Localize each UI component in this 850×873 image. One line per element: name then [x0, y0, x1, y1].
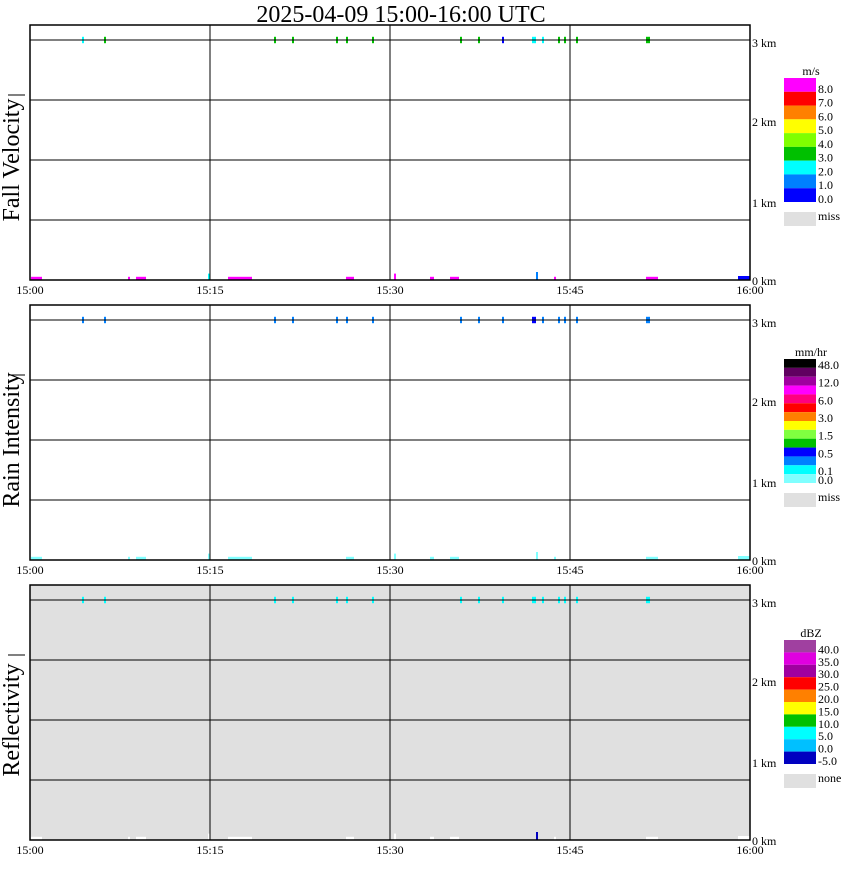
legend-swatch	[784, 421, 816, 430]
legend-swatch	[784, 702, 816, 715]
legend-label: 5.0	[818, 123, 833, 137]
legend-swatch	[784, 133, 816, 147]
legend-missing-swatch	[784, 212, 816, 226]
legend-swatch	[784, 188, 816, 202]
legend-units: dBZ	[800, 626, 821, 640]
y-tick-label: 1 km	[752, 756, 777, 770]
x-tick-label: 15:30	[376, 283, 403, 297]
x-tick-label: 15:00	[16, 843, 43, 857]
panel-fall_velocity: 3 km2 km1 km0 km15:00 15:15 15:30 15:45 16:0…	[0, 24, 840, 297]
legend-label: 3.0	[818, 151, 833, 165]
y-tick-label: 2 km	[752, 675, 777, 689]
legend-swatch	[784, 429, 816, 439]
legend-swatch	[784, 447, 816, 457]
legend-label: -5.0	[818, 754, 837, 768]
legend-label: 0.0	[818, 473, 833, 487]
echo-cell	[394, 273, 396, 280]
legend-swatch	[784, 146, 816, 161]
legend-swatch	[784, 367, 816, 377]
legend-swatch	[784, 474, 816, 483]
x-tick-label: 15:45	[556, 843, 583, 857]
legend-swatch	[784, 751, 816, 764]
echo-cell	[394, 553, 396, 560]
legend-label: 12.0	[818, 376, 839, 390]
legend-label: 6.0	[818, 393, 833, 407]
x-tick-label: 15:00	[16, 563, 43, 577]
panel-dbz: 3 km2 km1 km0 km15:00 15:15 15:30 15:45 16:0…	[0, 584, 841, 857]
x-tick-label: 16:00	[736, 563, 763, 577]
legend-swatch	[784, 465, 816, 475]
legend-swatch	[784, 714, 816, 727]
legend-swatch	[784, 160, 816, 175]
y-axis-label: Reflectivity	[0, 663, 25, 776]
legend-missing-swatch	[784, 774, 816, 788]
legend-swatch	[784, 412, 816, 421]
y-tick-label: 2 km	[752, 115, 777, 129]
x-tick-label: 15:15	[196, 843, 223, 857]
x-tick-label: 15:00	[16, 283, 43, 297]
legend-label: 0.0	[818, 192, 833, 206]
legend-missing-label: none	[818, 771, 841, 785]
echo-cell	[536, 832, 538, 840]
legend-swatch	[784, 726, 816, 740]
y-tick-label: 2 km	[752, 395, 777, 409]
legend-label: 2.0	[818, 164, 833, 178]
y-axis-label: Rain Intensity	[0, 372, 25, 507]
legend-units: m/s	[802, 64, 820, 78]
legend-label: 48.0	[818, 358, 839, 372]
legend-missing-swatch	[784, 493, 816, 507]
legend-swatch	[784, 105, 816, 120]
radar-time-height-figure: 2025-04-09 15:00-16:00 UTC 3 km 2 km 1 km 0…	[0, 2, 841, 857]
y-axis-label: Fall Velocity	[0, 99, 25, 222]
legend-swatch	[784, 652, 816, 665]
legend-missing-label: miss	[818, 490, 840, 504]
legend-label: 1.0	[818, 178, 833, 192]
echo-cell	[394, 833, 396, 840]
legend-swatch	[784, 739, 816, 752]
legend-swatch	[784, 376, 816, 386]
x-tick-label: 15:15	[196, 563, 223, 577]
legend-swatch	[784, 664, 816, 678]
legend-label: 3.0	[818, 411, 833, 425]
legend-missing-label: miss	[818, 209, 840, 223]
legend-label: 1.5	[818, 429, 833, 443]
y-tick-label: 1 km	[752, 196, 777, 210]
legend-swatch	[784, 677, 816, 690]
legend-label: 0.5	[818, 446, 833, 460]
legend-swatch	[784, 640, 816, 653]
legend-label: 7.0	[818, 96, 833, 110]
x-tick-label: 16:00	[736, 283, 763, 297]
x-tick-label: 15:45	[556, 563, 583, 577]
legend-swatch	[784, 119, 816, 134]
legend-swatch	[784, 394, 816, 404]
panel-rain: 3 km2 km1 km0 km15:00 15:15 15:30 15:45 16:0…	[0, 304, 840, 577]
echo-cell	[536, 552, 538, 560]
legend-label: 8.0	[818, 82, 833, 96]
legend-swatch	[784, 174, 816, 189]
legend-swatch	[784, 78, 816, 92]
y-tick-label: 3 km	[752, 596, 777, 610]
legend-swatch	[784, 456, 816, 466]
y-tick-label: 3 km	[752, 36, 777, 50]
echo-cell	[536, 272, 538, 280]
legend-swatch	[784, 385, 816, 395]
legend-swatch	[784, 403, 816, 413]
x-tick-label: 16:00	[736, 843, 763, 857]
y-tick-label: 1 km	[752, 476, 777, 490]
x-tick-label: 15:15	[196, 283, 223, 297]
legend-label: 4.0	[818, 137, 833, 151]
y-tick-label: 3 km	[752, 316, 777, 330]
legend-swatch	[784, 438, 816, 448]
legend-swatch	[784, 689, 816, 702]
legend-swatch	[784, 359, 816, 368]
x-tick-label: 15:30	[376, 563, 403, 577]
legend-label: 6.0	[818, 109, 833, 123]
x-tick-label: 15:30	[376, 843, 403, 857]
legend-swatch	[784, 91, 816, 106]
x-tick-label: 15:45	[556, 283, 583, 297]
figure-title: 2025-04-09 15:00-16:00 UTC	[256, 2, 545, 28]
